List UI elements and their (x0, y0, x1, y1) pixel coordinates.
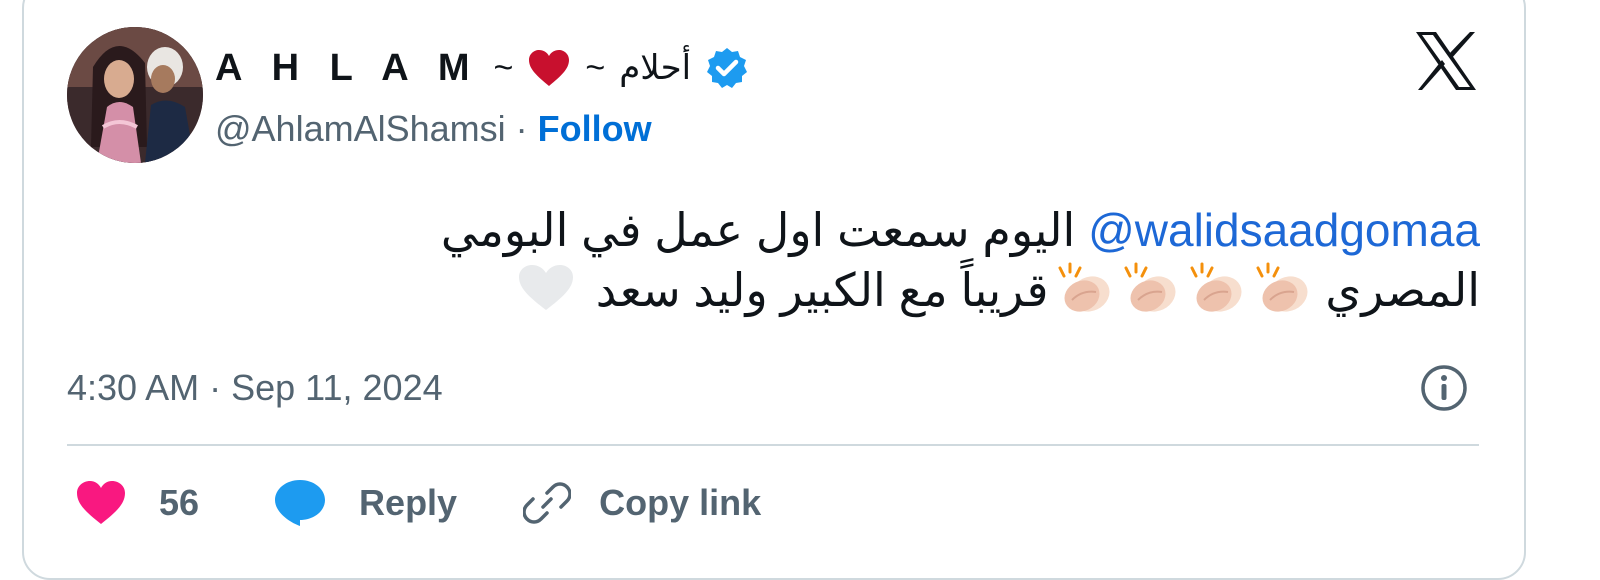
mention-link[interactable]: @walidsaadgomaa (1088, 204, 1480, 256)
handle-row: @AhlamAlShamsi · Follow (215, 103, 652, 155)
tweet-date[interactable]: Sep 11, 2024 (231, 367, 443, 409)
reply-bubble-icon (275, 480, 326, 526)
clapping-hands-icon (1058, 262, 1110, 312)
tweet-text-line2: المصري (1312, 264, 1480, 316)
x-logo-icon[interactable] (1414, 30, 1478, 92)
tweet-text-line1: اليوم سمعت اول عمل في البومي (440, 204, 1089, 256)
heart-icon (77, 481, 125, 524)
reply-button[interactable]: Reply (273, 478, 457, 528)
like-button[interactable]: 56 (75, 480, 199, 526)
red-heart-icon (529, 50, 570, 86)
author-name-row: A H L A M ~ ~ أحلام (215, 40, 749, 96)
clapping-hands-icon (1124, 262, 1176, 312)
author-display-name[interactable]: A H L A M (215, 47, 480, 90)
author-handle[interactable]: @AhlamAlShamsi (215, 108, 506, 150)
follow-button[interactable]: Follow (538, 108, 652, 150)
avatar[interactable] (67, 27, 203, 163)
clapping-hands-icon (1190, 262, 1242, 312)
likes-count: 56 (159, 482, 200, 523)
info-icon[interactable] (1418, 362, 1470, 414)
timestamp-separator: · (209, 367, 222, 408)
copy-link-button[interactable]: Copy link (523, 479, 761, 527)
tweet-text-line3: قريباً مع الكبير وليد سعد (595, 264, 1049, 316)
clapping-hands-icon (1256, 262, 1308, 312)
reply-label: Reply (359, 482, 458, 523)
white-heart-icon (518, 265, 573, 310)
timestamp-row: 4:30 AM · Sep 11, 2024 (67, 362, 443, 414)
copy-link-label: Copy link (599, 482, 762, 523)
name-tilde-left: ~ (493, 48, 514, 87)
tweet-time[interactable]: 4:30 AM (67, 367, 199, 409)
verified-badge-icon (707, 48, 748, 88)
avatar-image (67, 27, 203, 163)
name-tilde-right: ~ (585, 48, 606, 87)
divider (67, 444, 1479, 446)
link-icon (523, 482, 572, 524)
tweet-text: @walidsaadgomaa اليوم سمعت اول عمل في ال… (200, 200, 1480, 320)
handle-separator: · (515, 108, 528, 149)
author-arabic-name: أحلام (619, 49, 692, 87)
action-bar: 56 Reply Copy link (75, 473, 761, 533)
clap-emoji-group (1049, 262, 1313, 316)
